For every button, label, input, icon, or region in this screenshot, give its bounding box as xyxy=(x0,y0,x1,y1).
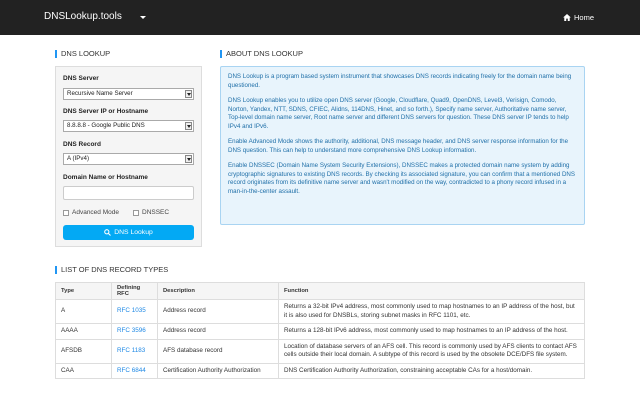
chevron-down-icon[interactable] xyxy=(140,16,146,19)
column-header-description: Description xyxy=(157,282,279,300)
home-label: Home xyxy=(573,13,594,22)
about-title: ABOUT DNS LOOKUP xyxy=(220,50,303,58)
table-row: A RFC 1035 Address record Returns a 32-b… xyxy=(55,299,585,324)
table-row: AFSDB RFC 1183 AFS database record Locat… xyxy=(55,338,585,364)
about-paragraph: Enable DNSSEC (Domain Name System Securi… xyxy=(228,162,576,195)
cell-description: Address record xyxy=(157,323,279,340)
about-paragraph: Enable Advanced Mode shows the authority… xyxy=(228,138,569,154)
chevron-down-icon xyxy=(185,90,192,98)
table-row: AAAA RFC 3596 Address record Returns a 1… xyxy=(55,323,585,340)
chevron-down-icon xyxy=(185,155,192,163)
record-types-title: LIST OF DNS RECORD TYPES xyxy=(55,266,168,274)
column-header-function: Function xyxy=(278,282,585,300)
dns-server-ip-select[interactable]: 8.8.8.8 - Google Public DNS xyxy=(63,120,194,132)
cell-description: AFS database record xyxy=(157,338,279,364)
navbar: DNSLookup.tools Home xyxy=(0,0,640,35)
dns-server-select[interactable]: Recursive Name Server xyxy=(63,88,194,100)
cell-type: AFSDB xyxy=(55,338,112,364)
column-header-rfc: Defining RFC xyxy=(111,282,158,300)
dns-server-label: DNS Server xyxy=(63,75,99,82)
brand-logo[interactable]: DNSLookup.tools xyxy=(44,11,122,22)
lookup-panel: DNS Server Recursive Name Server DNS Ser… xyxy=(55,66,202,247)
dns-lookup-button-label: DNS Lookup xyxy=(114,229,153,236)
domain-name-label: Domain Name or Hostname xyxy=(63,174,148,181)
dnssec-label: DNSSEC xyxy=(142,209,170,216)
dns-lookup-button[interactable]: DNS Lookup xyxy=(63,225,194,240)
table-header-row: Type Defining RFC Description Function xyxy=(55,282,585,300)
about-panel: DNS Lookup is a program based system ins… xyxy=(220,66,585,225)
cell-description: Address record xyxy=(157,299,279,324)
cell-type: AAAA xyxy=(55,323,112,340)
cell-function: Returns a 32-bit IPv4 address, most comm… xyxy=(278,299,585,324)
column-header-type: Type xyxy=(55,282,112,300)
domain-name-input[interactable] xyxy=(63,186,194,200)
rfc-link[interactable]: RFC 6844 xyxy=(111,362,158,379)
cell-function: DNS Certification Authority Authorizatio… xyxy=(278,362,585,379)
table-row: CAA RFC 6844 Certification Authority Aut… xyxy=(55,362,585,379)
cell-function: Returns a 128-bit IPv6 address, most com… xyxy=(278,323,585,340)
record-types-table: Type Defining RFC Description Function A… xyxy=(55,282,585,379)
search-icon xyxy=(104,229,112,236)
cell-type: CAA xyxy=(55,362,112,379)
chevron-down-icon xyxy=(185,122,192,130)
advanced-mode-label: Advanced Mode xyxy=(72,209,119,216)
dns-server-ip-label: DNS Server IP or Hostname xyxy=(63,108,149,115)
rfc-link[interactable]: RFC 3596 xyxy=(111,323,158,340)
about-paragraph: DNS Lookup enables you to utilize open D… xyxy=(228,97,569,130)
dns-record-value: A (IPv4) xyxy=(67,155,90,162)
cell-type: A xyxy=(55,299,112,324)
dns-server-value: Recursive Name Server xyxy=(67,90,133,97)
rfc-link[interactable]: RFC 1035 xyxy=(111,299,158,324)
rfc-link[interactable]: RFC 1183 xyxy=(111,338,158,364)
home-link[interactable]: Home xyxy=(563,13,594,22)
advanced-mode-checkbox[interactable] xyxy=(63,210,69,216)
home-icon xyxy=(563,14,571,21)
cell-function: Location of database servers of an AFS c… xyxy=(278,338,585,364)
dns-server-ip-value: 8.8.8.8 - Google Public DNS xyxy=(67,122,145,129)
dns-lookup-title: DNS LOOKUP xyxy=(55,50,110,58)
cell-description: Certification Authority Authorization xyxy=(157,362,279,379)
dnssec-checkbox[interactable] xyxy=(133,210,139,216)
about-paragraph: DNS Lookup is a program based system ins… xyxy=(228,73,572,89)
dns-record-label: DNS Record xyxy=(63,141,101,148)
dns-record-select[interactable]: A (IPv4) xyxy=(63,153,194,165)
